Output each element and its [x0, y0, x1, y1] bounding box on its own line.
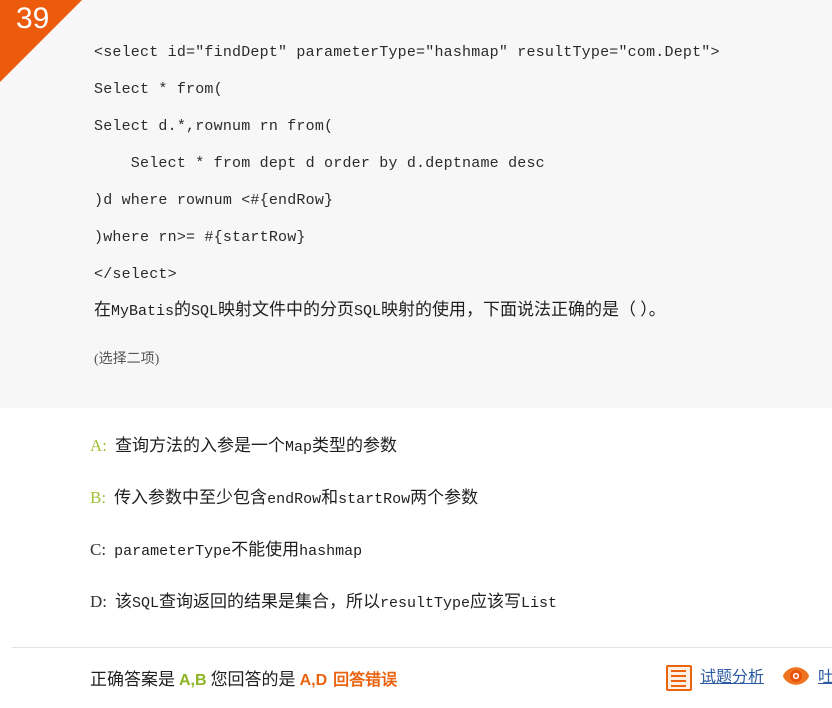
option-text: parameterType不能使用hashmap [114, 538, 362, 564]
code-line: </select> [94, 266, 177, 283]
option-key: B: [90, 488, 107, 507]
option-row-a[interactable]: A: 查询方法的入参是一个Map类型的参数 [90, 434, 810, 460]
answer-actions: 试题分析 吐槽 [648, 665, 832, 691]
correct-answer-label: 正确答案是 [90, 670, 175, 689]
document-lines-icon [665, 665, 692, 691]
option-text-mono: resultType [380, 595, 471, 612]
answer-verdict: 回答错误 [333, 672, 398, 689]
analysis-action[interactable]: 试题分析 [665, 665, 764, 691]
code-line: )where rn>= #{startRow} [94, 229, 306, 246]
your-answer-label: 您回答的是 [210, 670, 296, 689]
option-text-part: 两个参数 [410, 488, 479, 507]
option-key: A: [90, 436, 107, 455]
eye-icon [782, 666, 810, 691]
option-row-b[interactable]: B: 传入参数中至少包含endRow和startRow两个参数 [90, 486, 810, 512]
correct-answer-value: A,B [179, 672, 207, 689]
option-text-mono: parameterType [114, 543, 232, 560]
code-line: )d where rownum <#{endRow} [94, 192, 334, 209]
stem-part: 在 [94, 300, 111, 319]
option-text-part: 和 [321, 488, 339, 507]
stem-part: 的 [174, 300, 192, 319]
answer-bar: 正确答案是A,B您回答的是A,D 回答错误 试题分析 吐槽 [0, 648, 832, 708]
question-panel: <select id="findDept" parameterType="has… [0, 0, 832, 408]
option-text-part: 该 [115, 592, 132, 611]
question-stem: 在MyBatis的SQL映射文件中的分页SQL映射的使用，下面说法正确的是（ ）… [94, 297, 804, 325]
option-key: D: [90, 592, 107, 611]
option-text-part: 应该写 [470, 592, 522, 611]
stem-part: 映射的使用，下面说法正确的是（ ）。 [381, 300, 666, 319]
option-text-part: 不能使用 [231, 540, 300, 559]
code-line: Select d.*,rownum rn from( [94, 118, 334, 135]
code-line: <select id="findDept" parameterType="has… [94, 44, 720, 61]
tucao-link-label[interactable]: 吐槽 [818, 667, 832, 689]
stem-part: MyBatis [111, 303, 175, 320]
code-line: Select * from dept d order by d.deptname… [94, 155, 545, 172]
select-count-note: (选择二项) [94, 352, 160, 367]
code-line: Select * from( [94, 81, 223, 98]
option-text-mono: hashmap [299, 543, 363, 560]
option-text-part: 类型的参数 [312, 436, 398, 455]
your-answer-value: A,D [299, 672, 328, 689]
option-text-mono: endRow [267, 491, 322, 508]
option-text-mono: Map [285, 439, 313, 456]
option-text: 传入参数中至少包含endRow和startRow两个参数 [114, 486, 478, 512]
option-text-mono: List [521, 595, 558, 612]
option-text-mono: startRow [338, 491, 411, 508]
stem-part: 映射文件中的分页 [218, 300, 355, 319]
option-text: 该SQL查询返回的结果是集合，所以resultType应该写List [115, 590, 557, 616]
option-text-part: 查询方法的入参是一个 [115, 436, 285, 455]
tucao-action[interactable]: 吐槽 [782, 666, 832, 691]
answer-summary: 正确答案是 A,B 您回答的是 A,D 回答错误 [90, 668, 397, 693]
option-text: 查询方法的入参是一个Map类型的参数 [115, 434, 397, 460]
option-text-part: 传入参数中至少包含 [114, 488, 268, 507]
option-row-c[interactable]: C: parameterType不能使用hashmap [90, 538, 810, 564]
option-text-mono: SQL [132, 595, 160, 612]
stem-part: SQL [354, 303, 382, 320]
analysis-link-label[interactable]: 试题分析 [700, 667, 764, 689]
option-row-d[interactable]: D: 该SQL查询返回的结果是集合，所以resultType应该写List [90, 590, 810, 616]
option-text-part: 查询返回的结果是集合，所以 [159, 592, 381, 611]
stem-part: SQL [191, 303, 219, 320]
option-key: C: [90, 540, 107, 559]
options-panel: A: 查询方法的入参是一个Map类型的参数 B: 传入参数中至少包含endRow… [0, 408, 832, 647]
code-block: <select id="findDept" parameterType="has… [94, 34, 804, 293]
